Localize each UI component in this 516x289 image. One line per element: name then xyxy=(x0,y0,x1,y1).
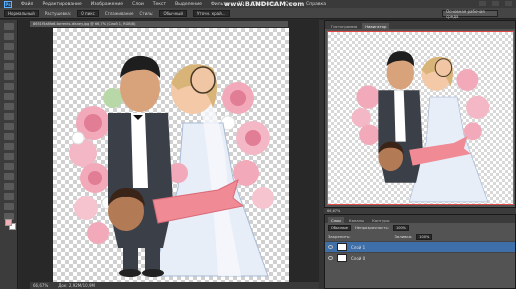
maximize-icon[interactable] xyxy=(492,1,499,6)
bandicam-watermark: www.BANDICAM.com xyxy=(224,0,305,8)
navigator-zoom[interactable]: 66,67% xyxy=(327,209,340,213)
photoshop-logo: Ps xyxy=(4,0,12,8)
toolbox xyxy=(0,20,18,289)
layer-name: Слой 0 xyxy=(351,255,366,261)
navigator-tabs: Гистограмма Навигатор xyxy=(325,21,515,29)
menu-layers[interactable]: Слои xyxy=(132,2,144,7)
pen-tool-icon[interactable] xyxy=(3,163,14,170)
menu-select[interactable]: Выделение xyxy=(175,2,202,7)
brush-tool-icon[interactable] xyxy=(3,93,14,100)
eye-icon[interactable] xyxy=(328,245,333,249)
opacity-label: Непрозрачность: xyxy=(354,225,389,230)
groom-leg-right xyxy=(145,246,160,271)
move-tool-icon[interactable] xyxy=(3,23,14,30)
feather-label: Растушевка: xyxy=(44,10,72,16)
fill-input[interactable]: 100% xyxy=(416,233,433,240)
status-bar: 66,67% Док: 2,92M/10,9M xyxy=(30,282,320,289)
blend-row: Обычные Непрозрачность: 100% xyxy=(325,223,515,232)
layer-name: Слой 1 xyxy=(351,244,366,250)
menu-text[interactable]: Текст xyxy=(153,2,166,7)
dodge-tool-icon[interactable] xyxy=(3,153,14,160)
shape-tool-icon[interactable] xyxy=(3,193,14,200)
fill-label: Заливка: xyxy=(394,234,413,239)
antialias-checkbox[interactable]: Сглаживание xyxy=(105,11,134,16)
history-brush-icon[interactable] xyxy=(3,113,14,120)
style-label: Стиль: xyxy=(139,10,154,16)
options-bar: Нормальный Растушевка: 0 пикс Сглаживани… xyxy=(0,8,516,19)
layer-thumbnail xyxy=(337,243,347,251)
selection-mode-select[interactable]: Нормальный xyxy=(4,9,39,17)
image-canvas[interactable] xyxy=(53,28,289,282)
lock-row: Закрепить: Заливка: 100% xyxy=(325,232,515,241)
tab-layers[interactable]: Слои xyxy=(328,217,344,223)
style-select[interactable]: Обычный xyxy=(159,9,187,17)
marquee-tool-icon[interactable] xyxy=(3,33,14,40)
groom-leg-left xyxy=(123,246,138,271)
blend-mode-select[interactable]: Обычные xyxy=(328,224,351,231)
menu-file[interactable]: Файл xyxy=(21,2,33,7)
zoom-readout[interactable]: 66,67% xyxy=(33,283,48,288)
menu-edit[interactable]: Редактирование xyxy=(42,2,81,7)
crop-tool-icon[interactable] xyxy=(3,63,14,70)
refine-edge-button[interactable]: Уточн. край... xyxy=(192,9,230,17)
eraser-tool-icon[interactable] xyxy=(3,123,14,130)
tab-paths[interactable]: Контуры xyxy=(369,217,392,223)
layers-panel: Слои Каналы Контуры Обычные Непрозрачнос… xyxy=(324,214,516,289)
stamp-tool-icon[interactable] xyxy=(3,103,14,110)
feather-input[interactable]: 0 пикс xyxy=(77,9,99,17)
hand-tool-icon[interactable] xyxy=(3,203,14,210)
layer-thumbnail xyxy=(337,254,347,262)
doc-size-readout: Док: 2,92M/10,9M xyxy=(58,283,95,288)
eyedropper-tool-icon[interactable] xyxy=(3,73,14,80)
workspace-select[interactable]: Основная рабочая среда xyxy=(442,9,498,19)
tab-channels[interactable]: Каналы xyxy=(346,217,367,223)
path-select-icon[interactable] xyxy=(3,183,14,190)
healing-tool-icon[interactable] xyxy=(3,83,14,90)
quick-select-tool-icon[interactable] xyxy=(3,53,14,60)
opacity-input[interactable]: 100% xyxy=(392,224,409,231)
window-controls xyxy=(479,1,512,6)
bride-small-face xyxy=(190,66,216,94)
foreground-color-swatch[interactable] xyxy=(5,219,12,226)
menu-help[interactable]: Справка xyxy=(306,2,326,7)
tab-navigator[interactable]: Навигатор xyxy=(362,23,390,29)
blur-tool-icon[interactable] xyxy=(3,143,14,150)
lock-label: Закрепить: xyxy=(328,234,351,239)
tab-histogram[interactable]: Гистограмма xyxy=(328,23,360,29)
navigator-thumbnail[interactable] xyxy=(327,31,514,205)
document-tab[interactable]: 8651f5a8fa6-torrents-disney.jpg @ 66,7% … xyxy=(30,21,288,27)
caricature-artwork xyxy=(69,55,274,277)
layer-row[interactable]: Слой 0 xyxy=(325,252,515,263)
close-icon[interactable] xyxy=(505,1,512,6)
navigator-preview xyxy=(351,51,490,203)
lasso-tool-icon[interactable] xyxy=(3,43,14,50)
layers-tabs: Слои Каналы Контуры xyxy=(325,215,515,223)
navigator-panel: Гистограмма Навигатор xyxy=(324,20,516,208)
minimize-icon[interactable] xyxy=(479,1,486,6)
gradient-tool-icon[interactable] xyxy=(3,133,14,140)
menu-image[interactable]: Изображение xyxy=(91,2,123,7)
eye-icon[interactable] xyxy=(328,256,333,260)
groom-shirt xyxy=(131,113,148,188)
type-tool-icon[interactable] xyxy=(3,173,14,180)
layer-row[interactable]: Слой 1 xyxy=(325,241,515,252)
